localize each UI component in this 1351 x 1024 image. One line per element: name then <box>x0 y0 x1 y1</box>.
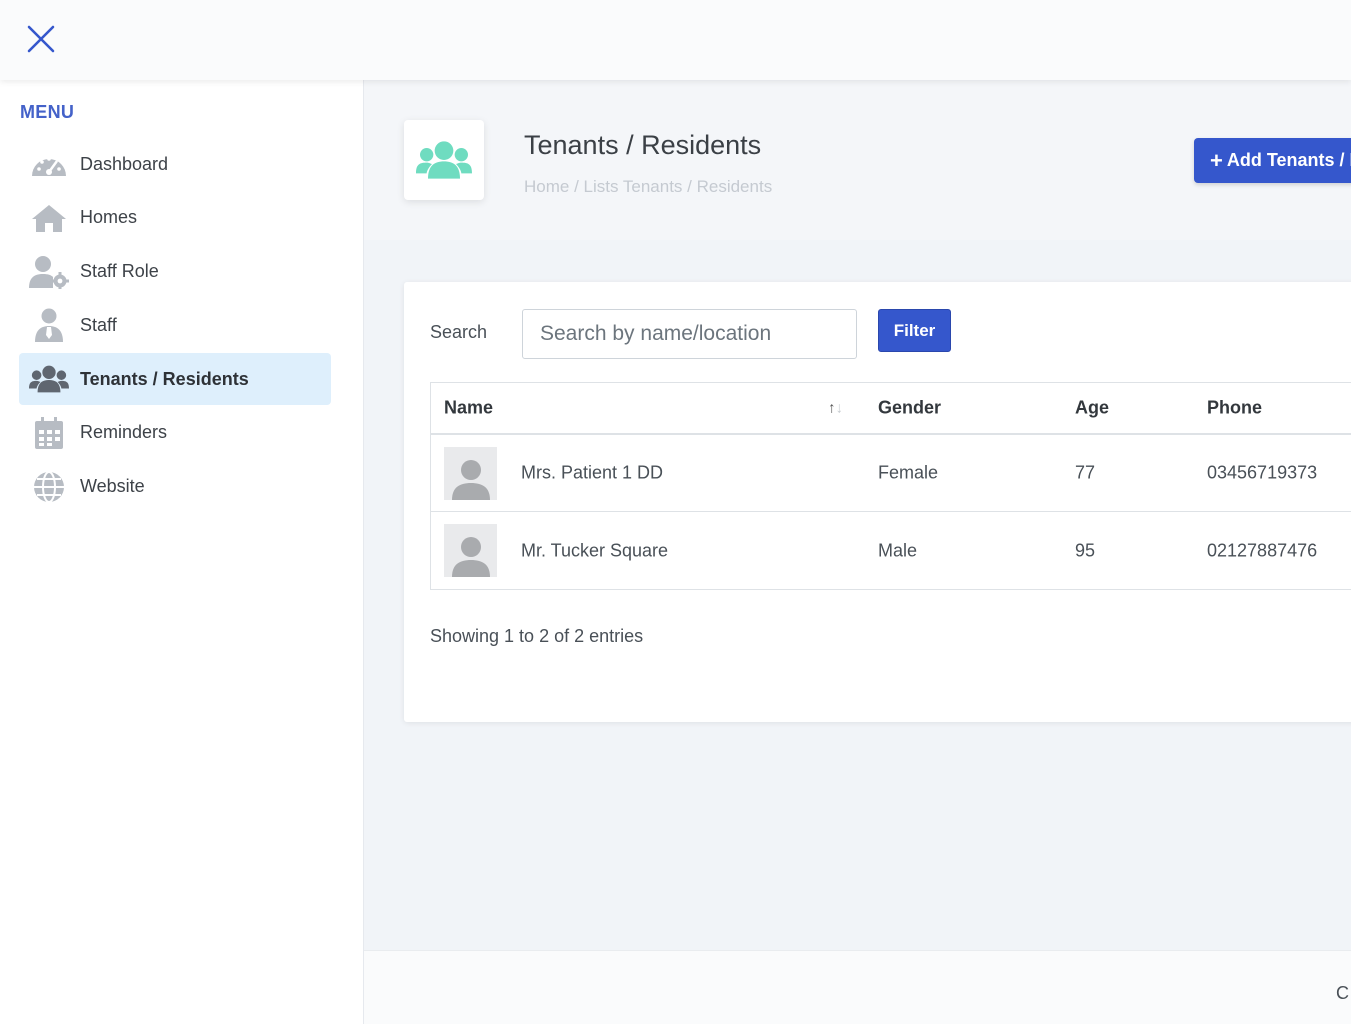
table-row[interactable]: Mrs. Patient 1 DD Female 77 03456719373 <box>431 435 1351 512</box>
sort-icon[interactable]: ↑↓ <box>828 400 843 417</box>
sidebar-item-label: Homes <box>80 207 138 228</box>
search-label: Search <box>430 322 488 342</box>
avatar <box>444 524 497 577</box>
tenant-phone: 03456719373 <box>1207 462 1318 483</box>
footer: C <box>364 950 1351 1024</box>
add-tenant-button-label: Add Tenants / R <box>1226 150 1351 170</box>
add-tenant-button[interactable]: + Add Tenants / R <box>1194 138 1351 183</box>
sidebar-item-label: Reminders <box>80 422 168 443</box>
sidebar-item-label: Tenants / Residents <box>80 368 249 389</box>
sidebar-item-website[interactable]: Website <box>19 461 331 513</box>
close-icon[interactable] <box>24 22 58 56</box>
sidebar: MENU Dashboard Homes Staff Role Staff Te… <box>0 80 364 1024</box>
sidebar-nav: Dashboard Homes Staff Role Staff Tenants <box>19 138 331 515</box>
sidebar-item-label: Website <box>80 476 145 497</box>
column-header-gender[interactable]: Gender <box>878 398 941 419</box>
tenants-table: Name ↑↓ Gender Age Phone Mrs. Patient 1 … <box>430 382 1351 590</box>
table-row[interactable]: Mr. Tucker Square Male 95 02127887476 <box>431 512 1351 589</box>
tenant-phone: 02127887476 <box>1207 540 1318 560</box>
search-input[interactable] <box>522 309 857 359</box>
table-header: Name ↑↓ Gender Age Phone <box>431 383 1351 435</box>
globe-icon <box>29 469 69 505</box>
main-content: Tenants / Residents Home / Lists Tenants… <box>364 80 1351 950</box>
users-icon <box>29 361 69 397</box>
sidebar-item-label: Staff <box>80 314 117 335</box>
tenant-gender: Male <box>878 540 918 560</box>
column-header-age[interactable]: Age <box>1075 398 1109 419</box>
sidebar-item-label: Staff Role <box>80 261 159 282</box>
calendar-icon <box>29 415 69 451</box>
avatar <box>444 447 497 500</box>
table-info: Showing 1 to 2 of 2 entries <box>430 626 644 646</box>
sidebar-item-dashboard[interactable]: Dashboard <box>19 138 331 190</box>
page-header: Tenants / Residents Home / Lists Tenants… <box>364 80 1351 240</box>
column-header-name[interactable]: Name <box>444 398 493 419</box>
page-title: Tenants / Residents <box>524 130 762 160</box>
user-gear-icon <box>29 254 69 290</box>
home-icon <box>29 200 69 236</box>
users-icon <box>404 120 484 200</box>
breadcrumb: Home / Lists Tenants / Residents <box>524 177 773 196</box>
sidebar-item-reminders[interactable]: Reminders <box>19 407 331 459</box>
tenant-age: 95 <box>1075 540 1096 560</box>
sidebar-item-staff-role[interactable]: Staff Role <box>19 246 331 298</box>
top-bar <box>0 0 1351 80</box>
dashboard-gauge-icon <box>29 146 69 182</box>
user-tie-icon <box>29 307 69 343</box>
footer-text: C <box>1336 983 1349 1003</box>
tenant-name[interactable]: Mrs. Patient 1 DD <box>521 463 663 484</box>
menu-title: MENU <box>20 102 75 122</box>
sidebar-item-label: Dashboard <box>80 153 169 174</box>
column-header-phone[interactable]: Phone <box>1207 398 1262 419</box>
sidebar-item-staff[interactable]: Staff <box>19 299 331 351</box>
tenants-card: Search Filter Name ↑↓ Gender Age Phone M… <box>404 282 1351 722</box>
sidebar-item-tenants-residents[interactable]: Tenants / Residents <box>19 353 331 406</box>
plus-icon: + <box>1210 147 1223 173</box>
filter-button[interactable]: Filter <box>878 309 951 352</box>
tenant-name[interactable]: Mr. Tucker Square <box>521 540 668 561</box>
tenant-gender: Female <box>878 462 939 483</box>
sidebar-item-homes[interactable]: Homes <box>19 192 331 244</box>
tenant-age: 77 <box>1075 462 1096 483</box>
